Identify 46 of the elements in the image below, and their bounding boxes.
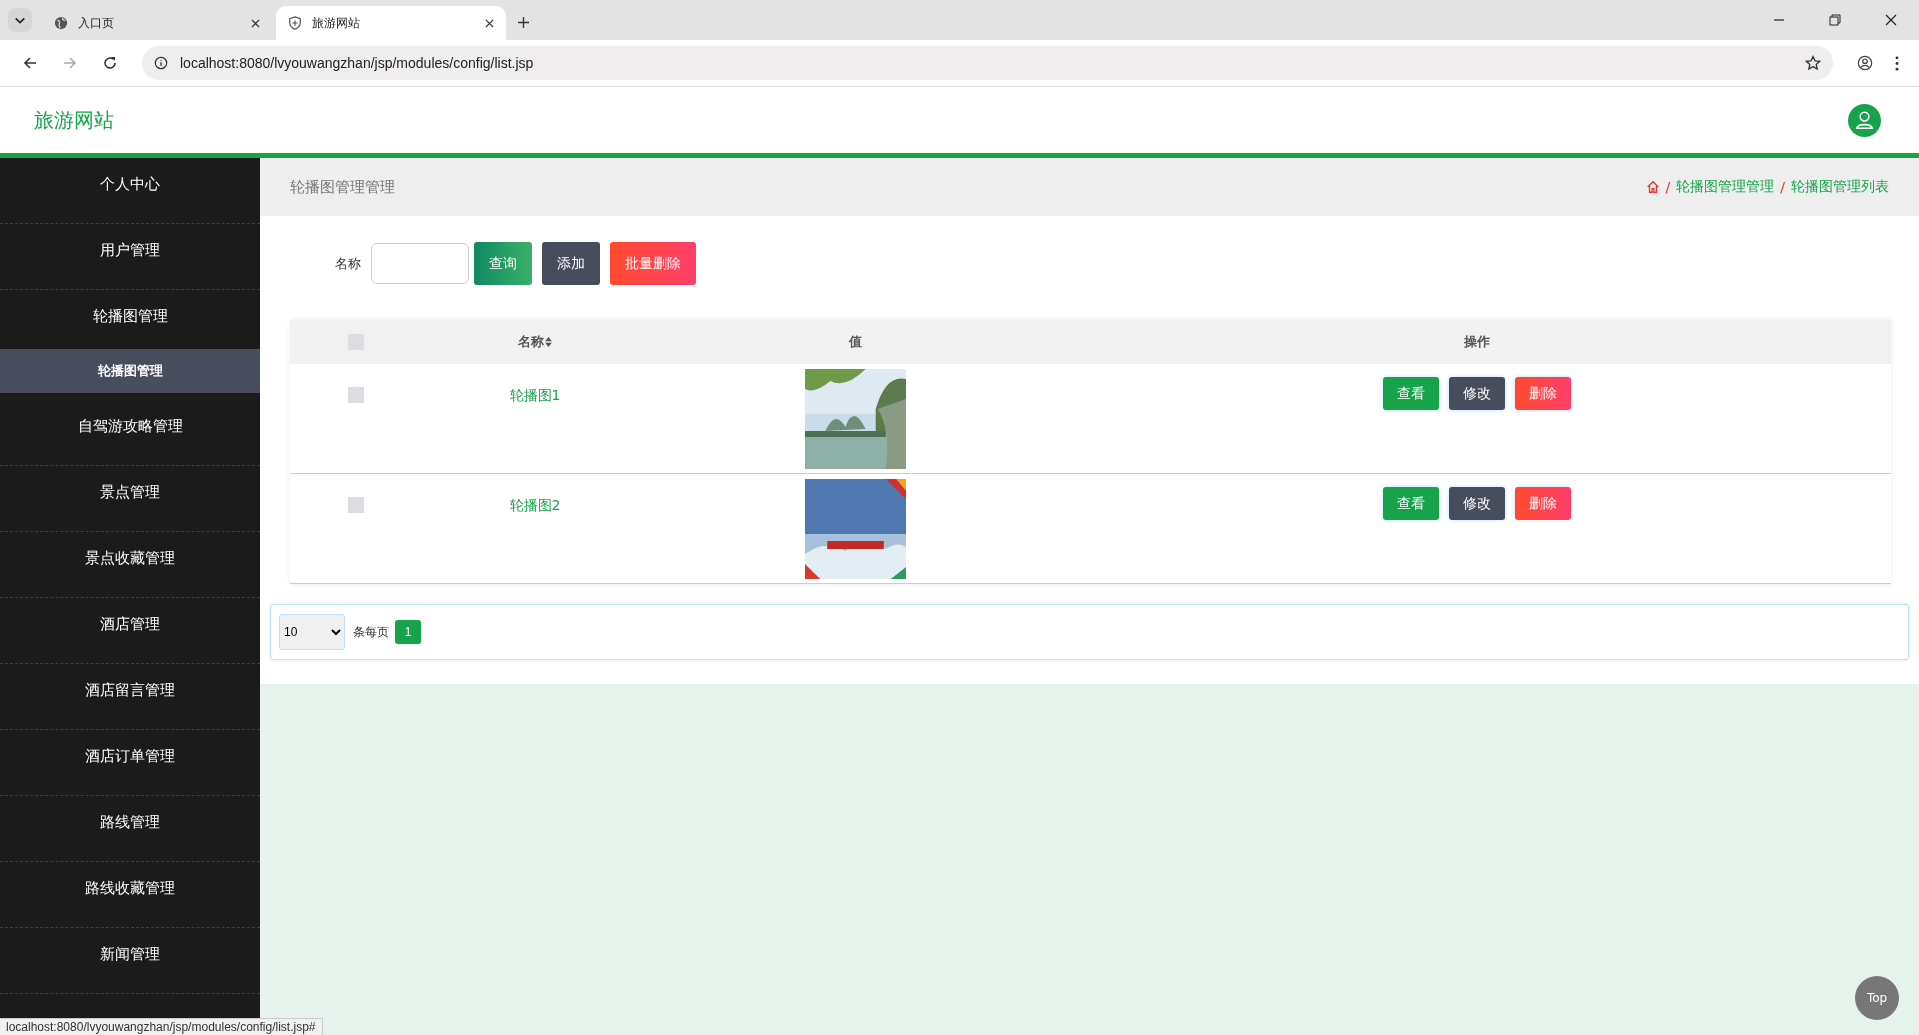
shield-icon bbox=[288, 16, 302, 30]
profile-icon[interactable] bbox=[1857, 55, 1873, 71]
home-icon[interactable] bbox=[1645, 180, 1660, 194]
toolbar-button[interactable]: 查询 bbox=[474, 242, 532, 285]
back-to-top-button[interactable]: Top bbox=[1855, 976, 1899, 1020]
page-size-select[interactable]: 10 bbox=[279, 614, 345, 650]
breadcrumb-separator: / bbox=[1665, 179, 1671, 195]
row-checkbox[interactable] bbox=[348, 497, 364, 513]
page-title: 轮播图管理管理 bbox=[290, 177, 395, 197]
browser-tab[interactable]: 入口页 bbox=[42, 6, 272, 40]
column-header[interactable]: 名称 bbox=[518, 333, 544, 351]
tab-list-icon[interactable] bbox=[8, 8, 32, 32]
globe-icon bbox=[54, 16, 68, 30]
status-bar-url: localhost:8080/lvyouwangzhan/jsp/modules/config/list.jsp# bbox=[0, 1018, 323, 1035]
sidebar-item[interactable]: 路线管理 bbox=[0, 796, 260, 862]
sort-icon[interactable] bbox=[545, 337, 552, 347]
row-action-button[interactable]: 修改 bbox=[1448, 377, 1505, 410]
address-bar[interactable]: localhost:8080/lvyouwangzhan/jsp/modules/config/list.jsp bbox=[142, 46, 1833, 80]
name-label: 名称 bbox=[335, 254, 361, 273]
close-window-icon[interactable] bbox=[1885, 14, 1897, 26]
name-input-field[interactable] bbox=[371, 243, 469, 284]
browser-tab[interactable]: 旅游网站 bbox=[276, 6, 506, 40]
per-page-label: 条每页 bbox=[353, 623, 389, 641]
breadcrumb-separator: / bbox=[1780, 179, 1785, 195]
row-action-button[interactable]: 修改 bbox=[1448, 487, 1505, 520]
toolbar-button[interactable]: 添加 bbox=[542, 242, 600, 285]
user-avatar-icon[interactable] bbox=[1848, 103, 1881, 137]
restore-icon[interactable] bbox=[1829, 14, 1841, 26]
reload-icon[interactable] bbox=[102, 55, 118, 71]
sidebar-item[interactable]: 路线收藏管理 bbox=[0, 862, 260, 928]
back-icon[interactable] bbox=[22, 55, 38, 71]
new-tab-icon[interactable] bbox=[518, 17, 529, 28]
name-cell: 轮播图1 bbox=[509, 387, 561, 405]
menu-icon[interactable] bbox=[1895, 55, 1899, 71]
column-header: 值 bbox=[848, 333, 862, 351]
info-icon bbox=[154, 56, 168, 70]
sidebar-item[interactable]: 酒店订单管理 bbox=[0, 730, 260, 796]
sidebar-item[interactable]: 轮播图管理 bbox=[0, 349, 260, 393]
star-icon[interactable] bbox=[1805, 55, 1821, 71]
url-text: localhost:8080/lvyouwangzhan/jsp/modules/config/list.jsp bbox=[180, 55, 535, 71]
name-cell: 轮播图2 bbox=[509, 497, 561, 515]
row-checkbox[interactable] bbox=[348, 387, 364, 403]
close-icon[interactable] bbox=[251, 18, 260, 28]
column-header: 操作 bbox=[1463, 333, 1490, 351]
sidebar-item[interactable]: 新闻管理 bbox=[0, 928, 260, 994]
close-icon[interactable] bbox=[485, 18, 494, 28]
